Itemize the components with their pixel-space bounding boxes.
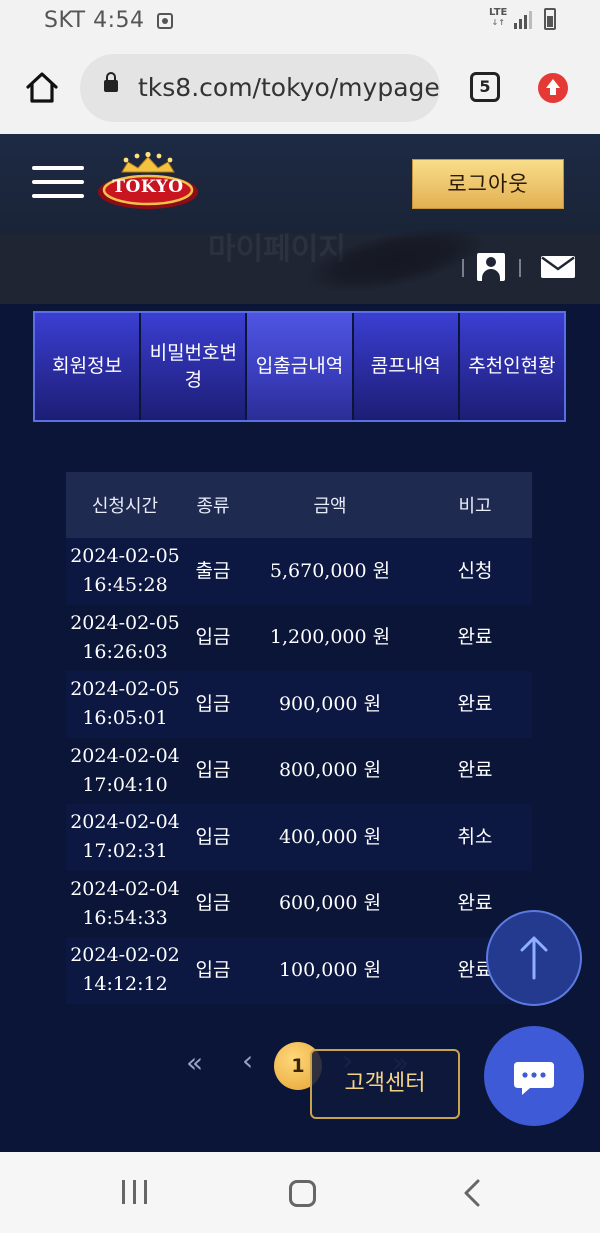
tab-referral-status[interactable]: 추천인현황 [459,313,565,420]
network-type: LTE [489,7,508,18]
chat-button[interactable] [484,1026,584,1126]
signal-icon [514,11,532,29]
url-bar[interactable]: tks8.com/tokyo/mypage [80,54,440,122]
cell-amount: 900,000 원 [242,671,418,738]
table-row: 2024-02-05 16:45:28 출금 5,670,000 원 신청 [66,538,532,605]
cell-time: 2024-02-04 17:02:31 [66,804,184,871]
arrow-up-icon [520,936,548,980]
cell-time: 2024-02-04 17:04:10 [66,737,184,804]
cell-type: 출금 [184,538,242,605]
cell-type: 입금 [184,804,242,871]
site-logo[interactable]: TOKYO [96,152,200,214]
cell-type: 입금 [184,671,242,738]
mypage-tabs: 회원정보 비밀번호변경 입출금내역 콤프내역 추천인현황 [33,311,566,422]
divider [462,259,464,277]
web-page: TOKYO 로그아웃 마이페이지 회원정보 비밀번호변경 입출금내역 콤프내역 … [0,134,600,1152]
cell-note: 완료 [418,604,532,671]
tab-transaction-history[interactable]: 입출금내역 [247,313,354,420]
user-icon[interactable] [477,253,505,281]
cell-type: 입금 [184,737,242,804]
status-carrier-time: SKT 4:54 [44,8,145,33]
network-arrows: ↓↑ [491,18,505,27]
cell-amount: 600,000 원 [242,870,418,937]
cell-amount: 400,000 원 [242,804,418,871]
system-nav-bar [0,1152,600,1233]
cell-time: 2024-02-05 16:05:01 [66,671,184,738]
home-nav-icon[interactable] [289,1180,316,1207]
cell-amount: 800,000 원 [242,737,418,804]
column-header-note: 비고 [418,472,532,538]
column-header-type: 종류 [184,472,242,538]
table-header-row: 신청시간 종류 금액 비고 [66,472,532,538]
table-row: 2024-02-04 17:02:31 입금 400,000 원 취소 [66,804,532,871]
update-icon[interactable] [538,73,568,103]
divider [519,259,521,277]
cell-time: 2024-02-02 14:12:12 [66,937,184,1004]
network-indicator: LTE ↓↑ [489,8,507,28]
cell-type: 입금 [184,937,242,1004]
logo-text: TOKYO [112,177,184,197]
table-row: 2024-02-02 14:12:12 입금 100,000 원 완료 [66,937,532,1004]
table-row: 2024-02-04 17:04:10 입금 800,000 원 완료 [66,737,532,804]
cell-amount: 5,670,000 원 [242,538,418,605]
cell-type: 입금 [184,604,242,671]
table-row: 2024-02-05 16:05:01 입금 900,000 원 완료 [66,671,532,738]
pagination-first[interactable]: « [186,1046,203,1079]
tab-member-info[interactable]: 회원정보 [35,313,142,420]
lock-icon [104,72,118,92]
browser-toolbar: tks8.com/tokyo/mypage 5 [0,44,600,134]
cell-time: 2024-02-05 16:45:28 [66,538,184,605]
customer-center-button[interactable]: 고객센터 [310,1049,460,1119]
cell-amount: 1,200,000 원 [242,604,418,671]
table-row: 2024-02-04 16:54:33 입금 600,000 원 완료 [66,870,532,937]
mail-icon[interactable] [541,256,575,278]
cell-note: 신청 [418,538,532,605]
tab-switcher-button[interactable]: 5 [470,72,500,102]
recent-apps-icon[interactable] [122,1180,148,1204]
cell-time: 2024-02-04 16:54:33 [66,870,184,937]
cell-note: 취소 [418,804,532,871]
cell-note: 완료 [418,671,532,738]
scroll-to-top-button[interactable] [486,910,582,1006]
home-icon[interactable] [22,68,62,108]
cell-time: 2024-02-05 16:26:03 [66,604,184,671]
pagination-prev[interactable]: ‹ [242,1044,253,1077]
hamburger-menu-icon[interactable] [32,162,84,202]
tab-change-password[interactable]: 비밀번호변경 [141,313,248,420]
chat-bubble-icon [514,1062,554,1095]
table-row: 2024-02-05 16:26:03 입금 1,200,000 원 완료 [66,604,532,671]
status-bar: SKT 4:54 LTE ↓↑ [0,0,600,44]
battery-icon [544,8,556,30]
tab-comp-history[interactable]: 콤프내역 [353,313,460,420]
logout-button[interactable]: 로그아웃 [412,159,564,209]
column-header-time: 신청시간 [66,472,184,538]
cell-type: 입금 [184,870,242,937]
transaction-table: 신청시간 종류 금액 비고 2024-02-05 16:45:28 출금 5,6… [66,472,532,1004]
mypage-subheader: 마이페이지 [0,215,600,305]
app-notification-icon [157,13,173,29]
back-icon[interactable] [460,1178,484,1208]
cell-note: 완료 [418,737,532,804]
cell-amount: 100,000 원 [242,937,418,1004]
url-text[interactable]: tks8.com/tokyo/mypage [138,73,440,102]
site-header: TOKYO 로그아웃 [0,134,600,234]
column-header-amount: 금액 [242,472,418,538]
